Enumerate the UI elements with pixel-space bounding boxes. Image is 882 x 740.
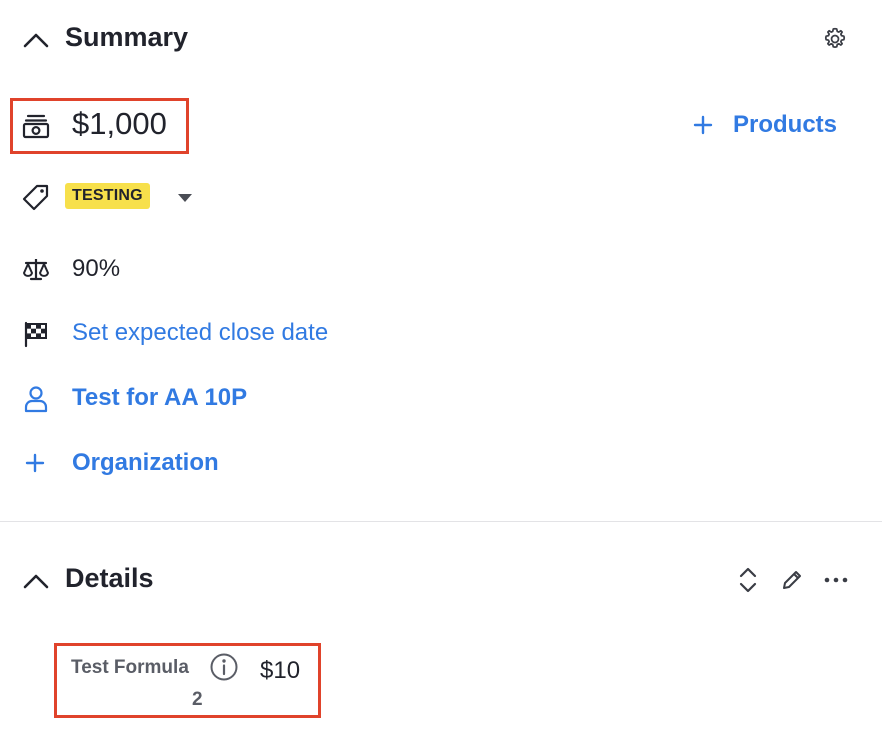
info-icon[interactable] <box>208 652 240 682</box>
plus-icon[interactable] <box>691 113 715 137</box>
checkered-flag-icon <box>21 319 51 349</box>
collapse-details-chevron-icon[interactable] <box>22 567 50 595</box>
label-badge[interactable]: TESTING <box>65 183 150 209</box>
section-divider <box>0 521 882 522</box>
summary-title: Summary <box>65 22 189 52</box>
caret-down-icon[interactable] <box>174 189 196 205</box>
person-link[interactable]: Test for AA 10P <box>72 384 247 412</box>
gear-icon[interactable] <box>821 25 849 53</box>
field-label-line2: 2 <box>192 689 203 710</box>
field-label-test-formula: Test Formula <box>71 657 189 678</box>
deal-value[interactable]: $1,000 <box>72 106 167 142</box>
add-organization-link[interactable]: Organization <box>72 449 219 477</box>
pencil-icon[interactable] <box>779 566 805 594</box>
details-title: Details <box>65 563 154 593</box>
add-products-button[interactable]: Products <box>733 111 837 139</box>
tag-icon <box>21 182 51 212</box>
set-expected-close-date-link[interactable]: Set expected close date <box>72 319 328 347</box>
expand-collapse-icon[interactable] <box>736 566 760 594</box>
person-icon <box>21 384 51 414</box>
more-options-icon[interactable] <box>822 570 850 590</box>
probability-value[interactable]: 90% <box>72 255 120 283</box>
money-icon <box>21 111 51 141</box>
plus-icon[interactable] <box>23 451 47 475</box>
collapse-summary-chevron-icon[interactable] <box>22 26 50 54</box>
field-value-test-formula[interactable]: $10 <box>260 657 300 685</box>
scale-icon <box>21 254 51 284</box>
